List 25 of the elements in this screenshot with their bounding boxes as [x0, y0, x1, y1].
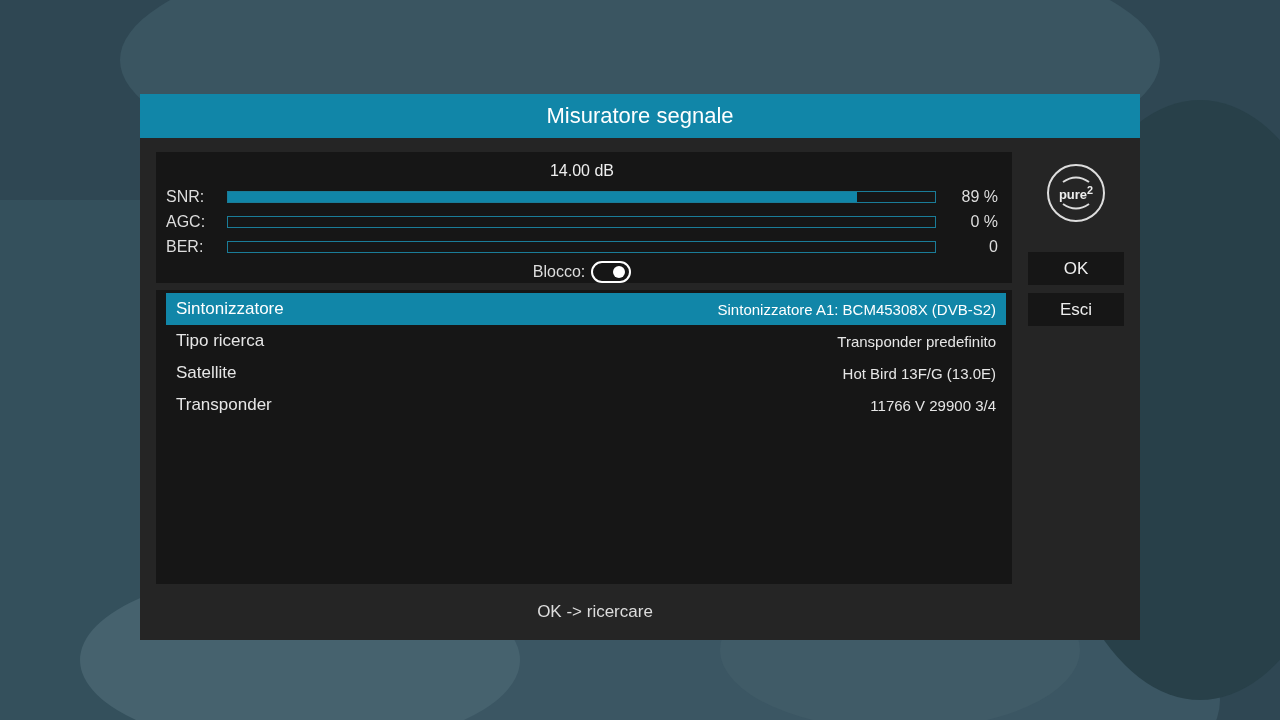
- signal-reading: 14.00 dB: [549, 162, 615, 181]
- settings-row[interactable]: Sintonizzatore Sintonizzatore A1: BCM45308X (DVB-S2): [166, 293, 1006, 325]
- brand-logo: pure$^{2}$: [1047, 164, 1105, 222]
- setting-value: Sintonizzatore A1: BCM45308X (DVB-S2): [717, 300, 996, 318]
- setting-label: Transponder: [176, 395, 272, 415]
- meter-label: AGC:: [166, 212, 207, 231]
- dialog-button[interactable]: Esci: [1028, 293, 1124, 326]
- meter-label: BER:: [166, 237, 205, 256]
- meter-value: 0 %: [969, 212, 998, 231]
- setting-label: Sintonizzatore: [176, 299, 284, 319]
- setting-value: Hot Bird 13F/G (13.0E): [842, 364, 996, 382]
- dialog-title: Misuratore segnale: [140, 94, 1140, 138]
- meter-label: SNR:: [166, 187, 206, 206]
- settings-row[interactable]: Transponder 11766 V 29900 3/4: [166, 389, 1006, 421]
- dialog-button[interactable]: OK: [1028, 252, 1124, 285]
- setting-label: Tipo ricerca: [176, 331, 265, 351]
- setting-value: Transponder predefinito: [837, 332, 996, 350]
- meter-value: 89 %: [960, 187, 998, 206]
- settings-row[interactable]: Tipo ricerca Transponder predefinito: [166, 325, 1006, 357]
- settings-row[interactable]: Satellite Hot Bird 13F/G (13.0E): [166, 357, 1006, 389]
- setting-label: Satellite: [176, 363, 237, 383]
- hint-text: OK -> ricercare: [536, 601, 654, 623]
- lock-label: Blocco:: [532, 263, 586, 281]
- setting-value: 11766 V 29900 3/4: [870, 396, 996, 414]
- meter-value: 0: [988, 237, 998, 256]
